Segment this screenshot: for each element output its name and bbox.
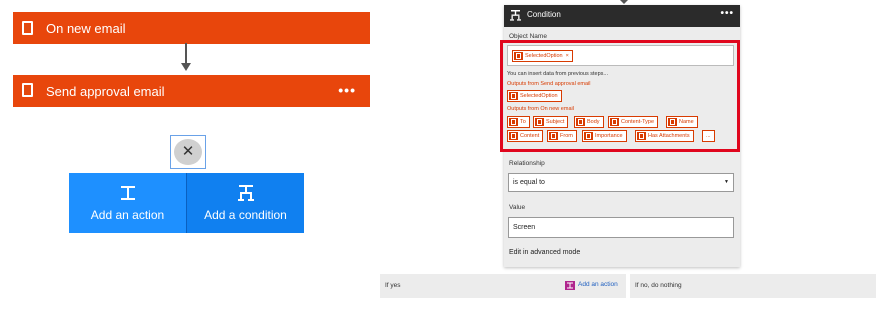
- token-label: Content-Type: [621, 119, 655, 125]
- add-condition-icon: [237, 185, 254, 201]
- flow-arrow-icon: [181, 63, 191, 71]
- add-step-panel: Add an action Add a condition: [69, 173, 304, 233]
- if-yes-label: If yes: [385, 282, 401, 289]
- token-label: From: [560, 133, 573, 139]
- add-an-action-button[interactable]: Add an action: [69, 173, 186, 233]
- token-content[interactable]: Content: [507, 130, 544, 142]
- token-from[interactable]: From: [547, 130, 577, 142]
- value-label: Value: [509, 204, 526, 211]
- if-no-branch: If no, do nothing: [630, 274, 876, 298]
- token-label: Subject: [546, 119, 565, 125]
- action-card-label: Send approval email: [46, 83, 165, 99]
- condition-icon: [510, 10, 521, 21]
- office-logo-icon: [22, 83, 33, 97]
- token-label: Importance: [595, 133, 623, 139]
- object-name-label: Object Name: [509, 33, 547, 40]
- value-text: Screen: [513, 224, 536, 231]
- add-a-condition-label: Add a condition: [204, 208, 287, 222]
- action-card-send-approval-email[interactable]: Send approval email •••: [13, 75, 370, 107]
- add-an-action-label: Add an action: [578, 281, 618, 288]
- office-logo-icon: [509, 118, 518, 126]
- if-yes-branch: If yes Add an action: [380, 274, 626, 298]
- add-action-icon: [120, 186, 135, 200]
- close-icon[interactable]: ✕: [174, 139, 202, 165]
- relationship-select[interactable]: is equal to ▼: [508, 173, 734, 192]
- office-logo-icon: [509, 132, 518, 140]
- office-logo-icon: [514, 52, 523, 60]
- token-label: Name: [679, 119, 694, 125]
- add-a-condition-button[interactable]: Add a condition: [186, 173, 304, 233]
- object-name-input[interactable]: SelectedOption ×: [507, 45, 734, 66]
- outputs-send-approval-label: Outputs from Send approval email: [507, 81, 591, 87]
- close-add-panel-button[interactable]: ✕: [170, 135, 206, 169]
- office-logo-icon: [610, 118, 619, 126]
- token-label: Has Attachments: [648, 133, 690, 139]
- token-more[interactable]: ...: [702, 130, 715, 142]
- token-remove-icon[interactable]: ×: [566, 53, 569, 59]
- chevron-down-icon: ▼: [724, 179, 729, 185]
- token-to[interactable]: To: [507, 116, 530, 128]
- office-logo-icon: [22, 21, 33, 35]
- add-action-icon: [565, 281, 575, 290]
- relationship-value: is equal to: [513, 179, 545, 186]
- add-an-action-label: Add an action: [90, 208, 165, 222]
- condition-header[interactable]: Condition •••: [504, 5, 740, 27]
- token-label: To: [520, 119, 526, 125]
- relationship-label: Relationship: [509, 160, 545, 167]
- add-an-action-link[interactable]: Add an action: [565, 281, 618, 290]
- insert-data-hint: You can insert data from previous steps.…: [507, 71, 608, 77]
- office-logo-icon: [549, 132, 558, 140]
- token-label: SelectedOption: [520, 93, 558, 99]
- flow-connector: [185, 43, 187, 65]
- token-label: ...: [706, 133, 711, 139]
- token-name[interactable]: Name: [666, 116, 698, 128]
- token-label: Body: [587, 119, 600, 125]
- token-has-attachments[interactable]: Has Attachments: [635, 130, 694, 142]
- office-logo-icon: [637, 132, 646, 140]
- token-label: Content: [520, 133, 540, 139]
- if-no-label: If no, do nothing: [635, 282, 682, 289]
- token-content-type[interactable]: Content-Type: [608, 116, 659, 128]
- value-input[interactable]: Screen: [508, 217, 734, 238]
- token-body[interactable]: Body: [574, 116, 604, 128]
- trigger-card-on-new-email[interactable]: On new email: [13, 12, 370, 44]
- outputs-on-new-email-label: Outputs from On new email: [507, 106, 574, 112]
- token-selected-option[interactable]: SelectedOption: [507, 90, 562, 102]
- office-logo-icon: [668, 118, 677, 126]
- more-options-icon[interactable]: •••: [720, 8, 734, 19]
- trigger-card-label: On new email: [46, 20, 126, 36]
- edit-advanced-mode-link[interactable]: Edit in advanced mode: [509, 249, 580, 256]
- condition-title: Condition: [527, 10, 561, 19]
- token-label: SelectedOption: [525, 53, 563, 59]
- token-subject[interactable]: Subject: [533, 116, 569, 128]
- office-logo-icon: [584, 132, 593, 140]
- office-logo-icon: [535, 118, 544, 126]
- office-logo-icon: [576, 118, 585, 126]
- incoming-arrow-icon: [620, 0, 628, 4]
- more-options-icon[interactable]: •••: [338, 82, 356, 98]
- office-logo-icon: [509, 92, 518, 100]
- selected-option-token[interactable]: SelectedOption ×: [512, 50, 573, 62]
- token-importance[interactable]: Importance: [582, 130, 627, 142]
